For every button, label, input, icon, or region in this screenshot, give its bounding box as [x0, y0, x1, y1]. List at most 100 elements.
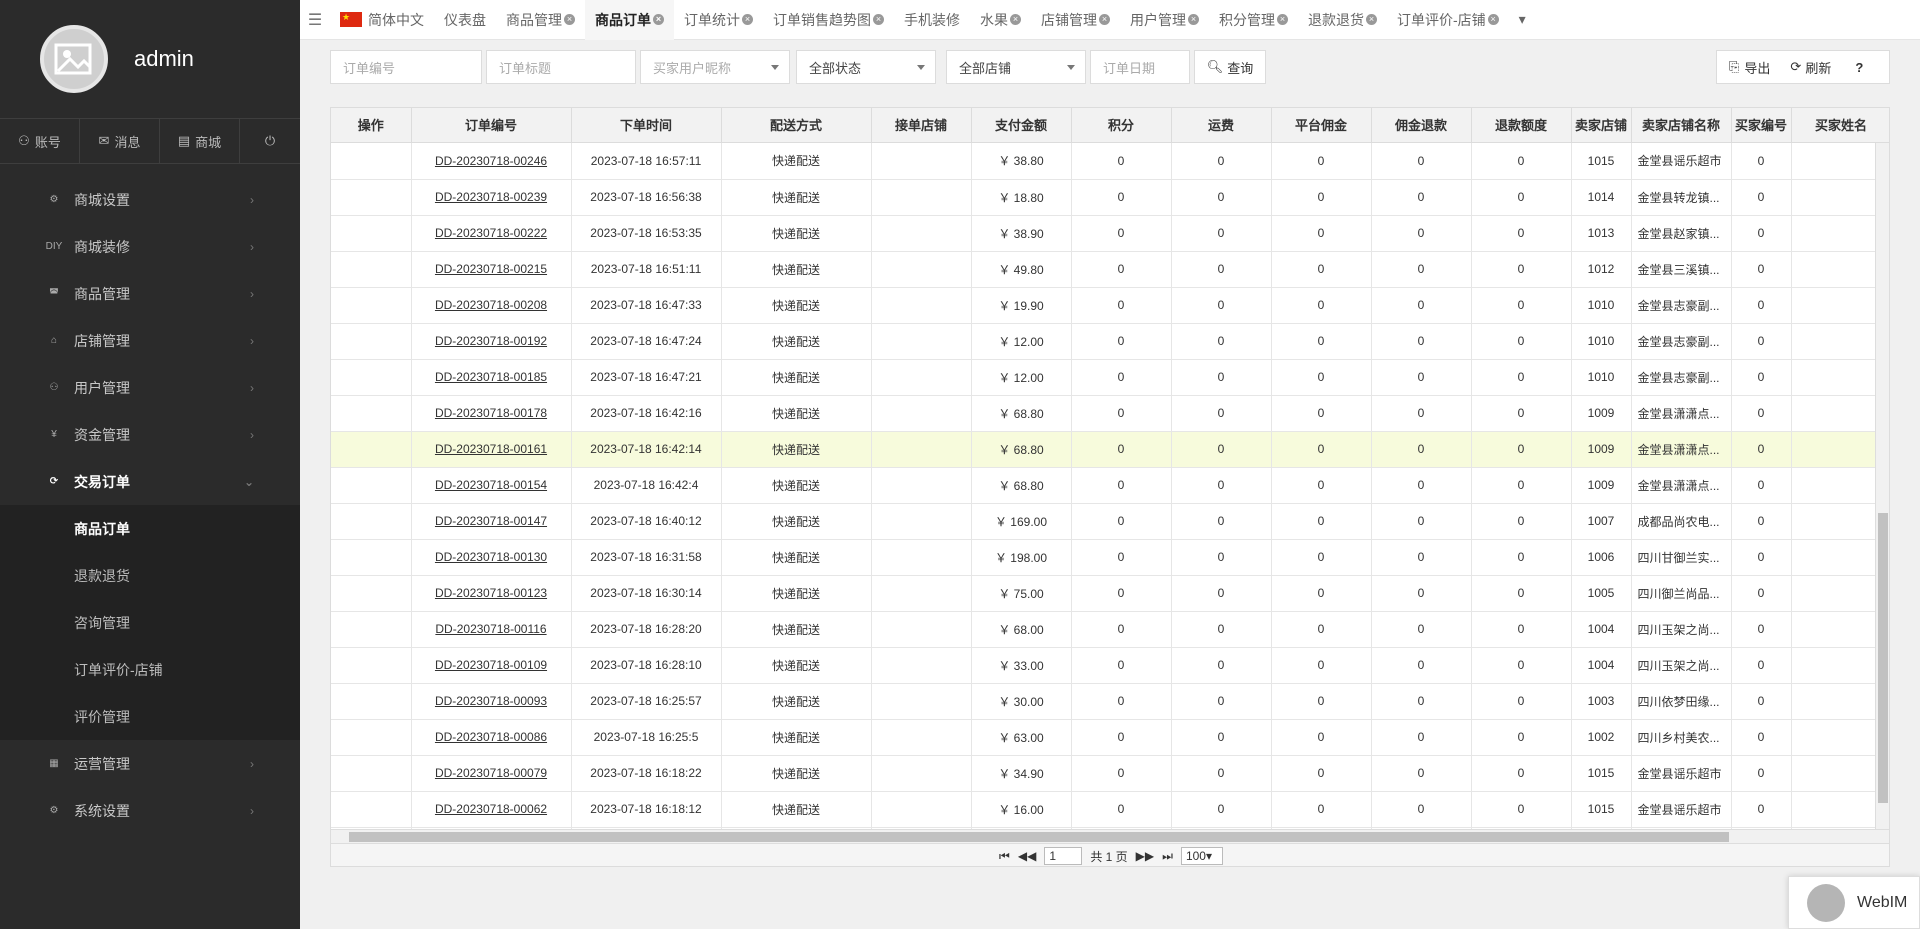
- menu-toggle-icon[interactable]: ☰: [300, 10, 330, 30]
- quick-mail[interactable]: ✉ 消息: [80, 119, 160, 163]
- sidebar-item-bag[interactable]: ◚ 商品管理 ›: [0, 270, 300, 317]
- column-header[interactable]: 卖家店铺名称: [1631, 108, 1732, 143]
- sidebar-item-diy[interactable]: DIY 商城装修 ›: [0, 223, 300, 270]
- first-page-icon[interactable]: ⏮: [999, 849, 1010, 864]
- refresh-button[interactable]: ⟳ 刷新: [1790, 58, 1831, 77]
- next-page-icon[interactable]: ▶▶: [1136, 849, 1154, 863]
- table-row[interactable]: DD-20230718-00079 2023-07-18 16:18:22 快递配送…: [331, 755, 1876, 792]
- cell-order-no[interactable]: DD-20230718-00130: [411, 539, 572, 576]
- table-row[interactable]: DD-20230718-00246 2023-07-18 16:57:11 快递配送…: [331, 143, 1876, 180]
- cell-order-no[interactable]: DD-20230718-00239: [411, 179, 572, 216]
- table-row[interactable]: DD-20230718-00130 2023-07-18 16:31:58 快递配送…: [331, 539, 1876, 576]
- close-icon[interactable]: ×: [742, 14, 753, 25]
- column-header[interactable]: 运费: [1171, 108, 1272, 143]
- sidebar-item-yen[interactable]: ¥ 资金管理 ›: [0, 411, 300, 458]
- table-row[interactable]: DD-20230718-00222 2023-07-18 16:53:35 快递配送…: [331, 215, 1876, 252]
- cell-order-no[interactable]: DD-20230718-00154: [411, 467, 572, 504]
- quick-power[interactable]: ⏻: [240, 119, 300, 163]
- tab-1[interactable]: 商品管理 ×: [496, 0, 585, 40]
- cell-order-no[interactable]: DD-20230718-00222: [411, 215, 572, 252]
- sidebar-subitem[interactable]: 订单评价-店铺: [0, 646, 300, 693]
- cell-action[interactable]: [331, 287, 412, 324]
- table-row[interactable]: DD-20230718-00116 2023-07-18 16:28:20 快递配送…: [331, 611, 1876, 648]
- cell-action[interactable]: [331, 431, 412, 468]
- table-row[interactable]: DD-20230718-00161 2023-07-18 16:42:14 快递配送…: [331, 431, 1876, 468]
- table-row[interactable]: DD-20230718-00109 2023-07-18 16:28:10 快递配送…: [331, 647, 1876, 684]
- column-header[interactable]: 配送方式: [721, 108, 872, 143]
- close-icon[interactable]: ×: [653, 14, 664, 25]
- column-header[interactable]: 卖家店铺: [1571, 108, 1632, 143]
- table-row[interactable]: DD-20230718-00215 2023-07-18 16:51:11 快递配送…: [331, 251, 1876, 288]
- tab-8[interactable]: 用户管理 ×: [1120, 0, 1209, 40]
- table-row[interactable]: DD-20230718-00123 2023-07-18 16:30:14 快递配送…: [331, 575, 1876, 612]
- close-icon[interactable]: ×: [1099, 14, 1110, 25]
- tab-11[interactable]: 订单评价-店铺 ×: [1387, 0, 1509, 40]
- cell-order-no[interactable]: DD-20230718-00062: [411, 791, 572, 828]
- tab-3[interactable]: 订单统计 ×: [674, 0, 763, 40]
- cell-order-no[interactable]: DD-20230718-00192: [411, 323, 572, 360]
- column-header[interactable]: 退款额度: [1471, 108, 1572, 143]
- cell-action[interactable]: [331, 395, 412, 432]
- tabs-dropdown-icon[interactable]: ▾: [1509, 0, 1536, 40]
- table-row[interactable]: DD-20230718-00192 2023-07-18 16:47:24 快递配送…: [331, 323, 1876, 360]
- cell-action[interactable]: [331, 683, 412, 720]
- column-header[interactable]: 买家编号: [1731, 108, 1792, 143]
- cell-action[interactable]: [331, 791, 412, 828]
- cell-action[interactable]: [331, 755, 412, 792]
- table-row[interactable]: DD-20230718-00239 2023-07-18 16:56:38 快递配送…: [331, 179, 1876, 216]
- cell-action[interactable]: [331, 539, 412, 576]
- cell-action[interactable]: [331, 251, 412, 288]
- horizontal-scrollbar[interactable]: [331, 829, 1889, 843]
- table-row[interactable]: DD-20230718-00147 2023-07-18 16:40:12 快递配送…: [331, 503, 1876, 540]
- close-icon[interactable]: ×: [1487, 14, 1499, 25]
- shop-select[interactable]: 全部店铺: [946, 50, 1086, 84]
- column-header[interactable]: 平台佣金: [1271, 108, 1372, 143]
- close-icon[interactable]: ×: [564, 14, 575, 25]
- tab-2[interactable]: 商品订单 ×: [585, 0, 674, 40]
- cell-order-no[interactable]: DD-20230718-00161: [411, 431, 572, 468]
- column-header[interactable]: 下单时间: [571, 108, 722, 143]
- table-row[interactable]: DD-20230718-00086 2023-07-18 16:25:5 快递配送 ￥…: [331, 719, 1876, 756]
- cell-order-no[interactable]: DD-20230718-00116: [411, 611, 572, 648]
- sidebar-subitem[interactable]: 咨询管理: [0, 599, 300, 646]
- cell-order-no[interactable]: DD-20230718-00185: [411, 359, 572, 396]
- tab-10[interactable]: 退款退货 ×: [1298, 0, 1387, 40]
- cell-action[interactable]: [331, 611, 412, 648]
- page-input[interactable]: 1: [1044, 847, 1083, 865]
- sidebar-item-grid[interactable]: ▦ 运营管理 ›: [0, 740, 300, 787]
- tab-7[interactable]: 店铺管理 ×: [1031, 0, 1120, 40]
- prev-page-icon[interactable]: ◀◀: [1018, 849, 1036, 863]
- cell-order-no[interactable]: DD-20230718-00086: [411, 719, 572, 756]
- cell-order-no[interactable]: DD-20230718-00079: [411, 755, 572, 792]
- cell-action[interactable]: [331, 215, 412, 252]
- sidebar-item-shop[interactable]: ⌂ 店铺管理 ›: [0, 317, 300, 364]
- vertical-scrollbar[interactable]: [1875, 143, 1889, 829]
- table-row[interactable]: DD-20230718-00185 2023-07-18 16:47:21 快递配送…: [331, 359, 1876, 396]
- buyer-nickname-select[interactable]: 买家用户昵称: [640, 50, 790, 84]
- tab-5[interactable]: 手机装修: [894, 0, 970, 40]
- table-row[interactable]: DD-20230718-00093 2023-07-18 16:25:57 快递配送…: [331, 683, 1876, 720]
- order-no-input[interactable]: 订单编号: [330, 50, 482, 84]
- sidebar-item-user[interactable]: ⚇ 用户管理 ›: [0, 364, 300, 411]
- column-header[interactable]: 操作: [331, 108, 412, 143]
- column-header[interactable]: 订单编号: [411, 108, 572, 143]
- cell-order-no[interactable]: DD-20230718-00147: [411, 503, 572, 540]
- last-page-icon[interactable]: ⏭: [1162, 849, 1173, 864]
- horizontal-scroll-thumb[interactable]: [349, 832, 1729, 842]
- vertical-scroll-thumb[interactable]: [1878, 513, 1888, 803]
- close-icon[interactable]: ×: [873, 14, 884, 25]
- tab-6[interactable]: 水果 ×: [970, 0, 1031, 40]
- cell-action[interactable]: [331, 179, 412, 216]
- close-icon[interactable]: ×: [1366, 14, 1377, 25]
- cell-action[interactable]: [331, 575, 412, 612]
- column-header[interactable]: 佣金退款: [1371, 108, 1472, 143]
- cell-order-no[interactable]: DD-20230718-00208: [411, 287, 572, 324]
- close-icon[interactable]: ×: [1188, 14, 1199, 25]
- close-icon[interactable]: ×: [1010, 14, 1021, 25]
- order-date-input[interactable]: 订单日期: [1090, 50, 1190, 84]
- sidebar-item-refresh[interactable]: ⟳ 交易订单 ⌄: [0, 458, 300, 505]
- cell-action[interactable]: [331, 719, 412, 756]
- order-title-input[interactable]: 订单标题: [486, 50, 636, 84]
- column-header[interactable]: 接单店铺: [871, 108, 972, 143]
- cell-action[interactable]: [331, 647, 412, 684]
